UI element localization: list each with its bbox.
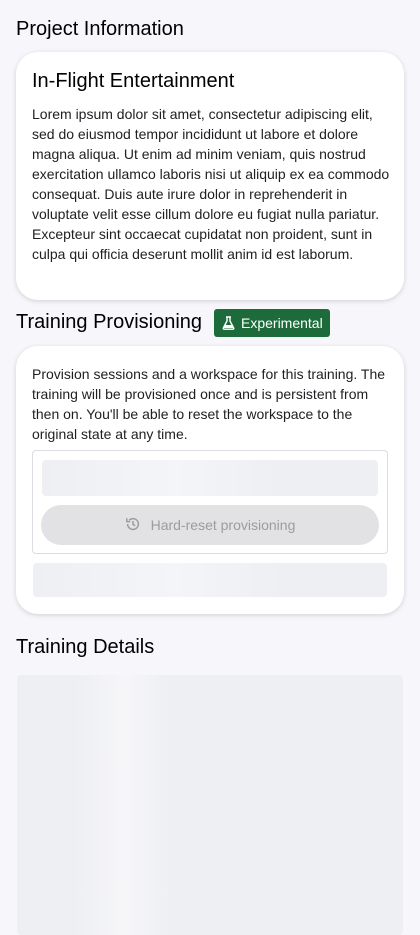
project-card: In-Flight Entertainment Lorem ipsum dolo… bbox=[16, 52, 404, 300]
training-details-title: Training Details bbox=[16, 636, 155, 658]
training-details-placeholder bbox=[17, 675, 403, 935]
project-description: Lorem ipsum dolor sit amet, consectetur … bbox=[32, 106, 390, 262]
provisioning-panel: Hard-reset provisioning bbox=[32, 450, 388, 554]
experimental-badge: Experimental bbox=[214, 309, 330, 337]
flask-icon bbox=[222, 316, 235, 330]
loading-placeholder bbox=[33, 563, 387, 597]
training-provisioning-title: Training Provisioning bbox=[16, 311, 203, 333]
provisioning-card: Provision sessions and a workspace for t… bbox=[16, 346, 404, 614]
loading-placeholder bbox=[42, 460, 378, 496]
badge-label: Experimental bbox=[241, 315, 323, 331]
project-name: In-Flight Entertainment bbox=[32, 70, 235, 92]
history-icon bbox=[125, 516, 141, 535]
hard-reset-button[interactable]: Hard-reset provisioning bbox=[41, 505, 379, 545]
hard-reset-label: Hard-reset provisioning bbox=[150, 517, 296, 533]
project-information-title: Project Information bbox=[16, 18, 184, 40]
provisioning-description: Provision sessions and a workspace for t… bbox=[32, 366, 386, 442]
